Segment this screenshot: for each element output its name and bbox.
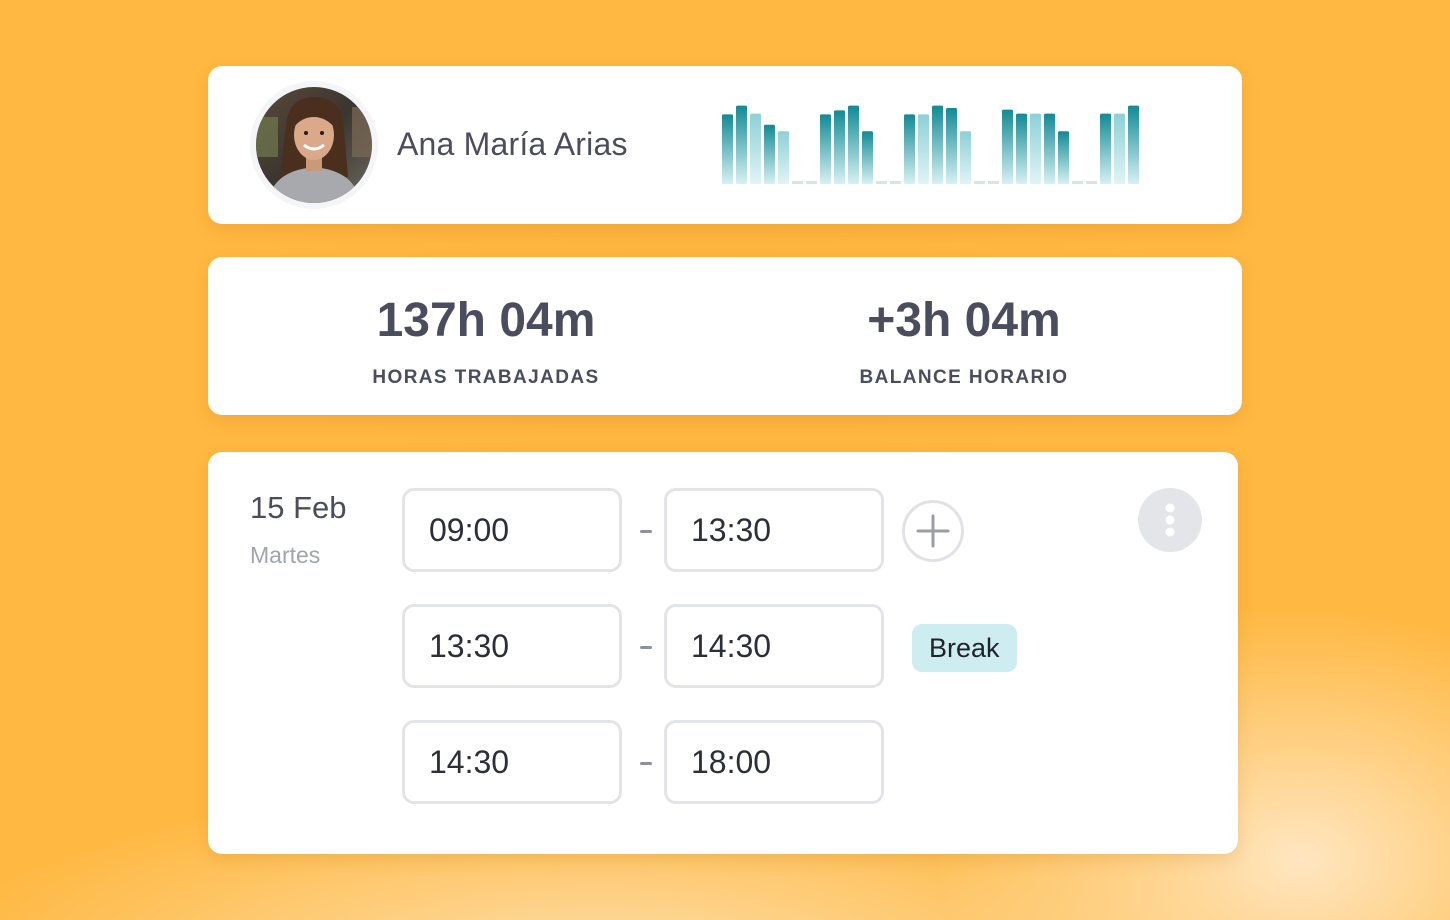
worked-hours-stat: 137h 04m HORAS TRABAJADAS [286, 293, 686, 389]
activity-bar [1114, 113, 1125, 184]
activity-empty-day [876, 181, 887, 184]
activity-bar [1100, 113, 1111, 184]
activity-empty-day [792, 181, 803, 184]
add-entry-button[interactable] [902, 500, 964, 562]
activity-empty-day [1072, 181, 1083, 184]
activity-empty-day [974, 181, 985, 184]
activity-empty-day [806, 181, 817, 184]
start-time-input[interactable]: 13:30 [402, 604, 622, 688]
activity-empty-day [1086, 181, 1097, 184]
activity-bar [848, 105, 859, 184]
activity-bar [834, 110, 845, 184]
day-entries-card: 15 Feb Martes 09:00 13:30 13:30 14:30 Br… [208, 452, 1238, 854]
day-date: 15 Feb [250, 490, 347, 525]
balance-stat: +3h 04m BALANCE HORARIO [764, 293, 1164, 389]
time-range-separator [640, 530, 652, 533]
start-time-input[interactable]: 09:00 [402, 488, 622, 572]
end-time-input[interactable]: 13:30 [664, 488, 884, 572]
user-name: Ana María Arias [397, 126, 628, 162]
activity-bar [736, 105, 747, 184]
profile-card: Ana María Arias [208, 66, 1242, 224]
activity-bar [904, 114, 915, 184]
activity-bar [960, 131, 971, 184]
break-badge[interactable]: Break [912, 624, 1017, 672]
plus-icon [916, 514, 950, 548]
time-range-separator [640, 646, 652, 649]
avatar-photo [256, 87, 372, 203]
activity-bar [1058, 131, 1069, 184]
more-options-button[interactable] [1138, 488, 1202, 552]
more-vertical-icon [1165, 503, 1175, 537]
activity-bar [722, 114, 733, 184]
end-time-input[interactable]: 14:30 [664, 604, 884, 688]
balance-label: BALANCE HORARIO [859, 367, 1069, 388]
worked-hours-value: 137h 04m [376, 294, 596, 347]
activity-bar [1002, 109, 1013, 184]
time-range-separator [640, 762, 652, 765]
stats-card: 137h 04m HORAS TRABAJADAS +3h 04m BALANC… [208, 257, 1242, 415]
activity-bar [1128, 105, 1139, 184]
day-weekday: Martes [250, 542, 321, 568]
end-time-input[interactable]: 18:00 [664, 720, 884, 804]
avatar[interactable] [256, 87, 372, 203]
activity-chart [722, 105, 1139, 184]
balance-value: +3h 04m [867, 294, 1061, 347]
activity-bar [862, 131, 873, 184]
activity-empty-day [988, 181, 999, 184]
activity-bar [1030, 113, 1041, 184]
activity-empty-day [890, 181, 901, 184]
activity-bar [820, 114, 831, 184]
activity-bar [764, 124, 775, 184]
activity-bar [932, 105, 943, 184]
activity-bar [1016, 113, 1027, 184]
worked-hours-label: HORAS TRABAJADAS [372, 367, 600, 388]
start-time-input[interactable]: 14:30 [402, 720, 622, 804]
activity-bar [918, 114, 929, 184]
activity-bar [778, 131, 789, 184]
activity-bar [946, 108, 957, 184]
activity-bar [1044, 113, 1055, 184]
activity-bar [750, 113, 761, 184]
activity-bars [722, 105, 1139, 184]
